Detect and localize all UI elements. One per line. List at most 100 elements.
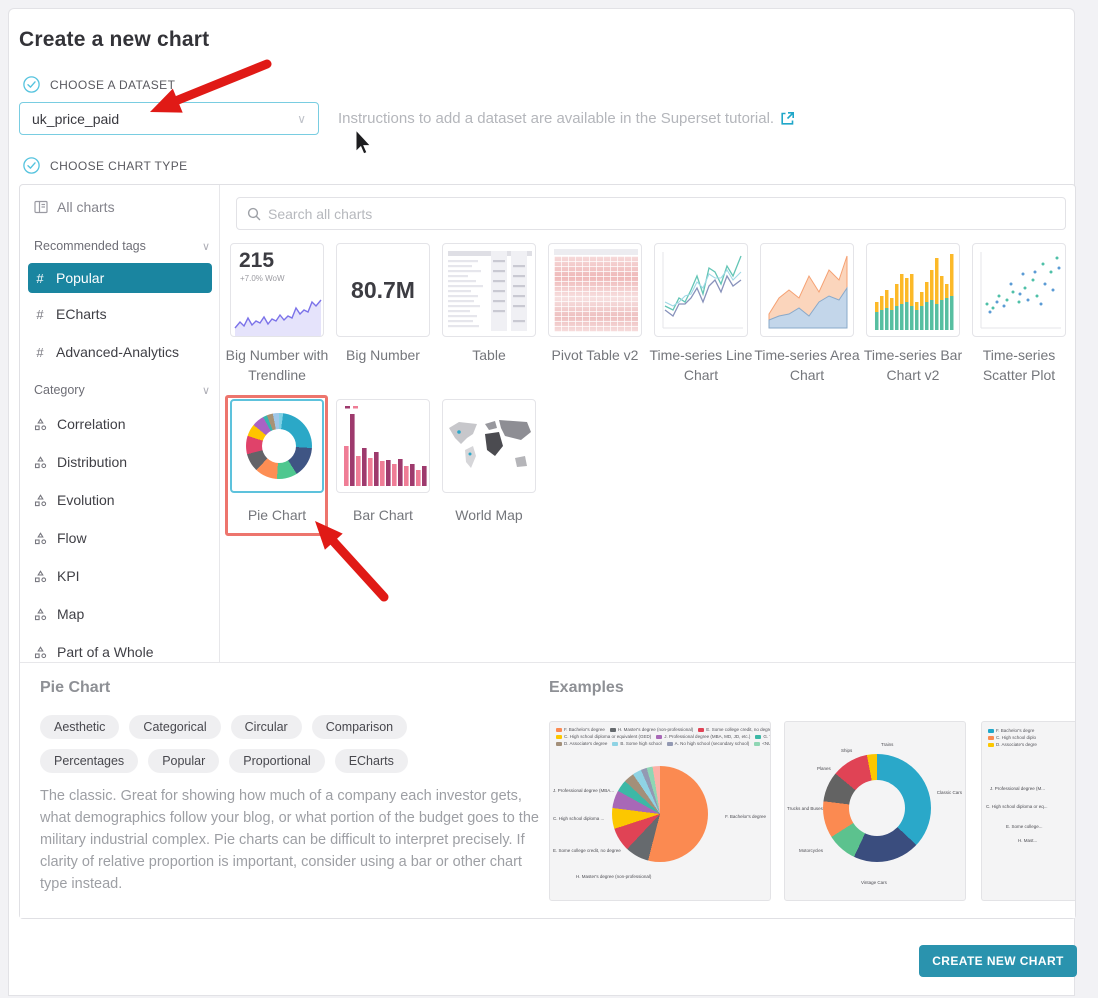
chart-card-label: Pie Chart xyxy=(224,505,330,525)
legend-item: B. Some high school xyxy=(612,741,661,746)
example-donut-chart: Trains Ships Planes Trucks and Buses Mot… xyxy=(784,721,966,901)
sidebar-item-label: Flow xyxy=(57,530,87,546)
thumb-big-value: 80.7M xyxy=(351,277,415,304)
legend-item: F. Bachelor's degre xyxy=(988,728,1034,733)
sidebar-item-advanced-analytics[interactable]: # Advanced-Analytics xyxy=(28,337,212,367)
sidebar-item-correlation[interactable]: Correlation xyxy=(28,409,212,439)
category-icon xyxy=(34,570,47,583)
chart-card-label: Big Number xyxy=(330,345,436,365)
legend-item: D. Associate's degree xyxy=(556,741,607,746)
chart-details-panel: Pie Chart Aesthetic Categorical Circular… xyxy=(20,662,1075,918)
sidebar-item-popular[interactable]: # Popular xyxy=(28,263,212,293)
sidebar-section-category[interactable]: Category ∨ xyxy=(34,383,210,397)
sidebar-item-evolution[interactable]: Evolution xyxy=(28,485,212,515)
sidebar-item-kpi[interactable]: KPI xyxy=(28,561,212,591)
legend-chip xyxy=(755,735,761,739)
chart-card-ts-scatter[interactable] xyxy=(972,243,1066,337)
legend-item: C. High school diploma or equivalent (GE… xyxy=(556,734,651,739)
donut-label: Trucks and Buses xyxy=(787,806,823,811)
donut-label: Classic Cars xyxy=(937,790,962,795)
search-icon xyxy=(247,207,261,221)
chart-card-big-number[interactable]: 80.7M xyxy=(336,243,430,337)
pivot-thumb xyxy=(554,256,638,332)
category-icon xyxy=(34,646,47,659)
legend-chip xyxy=(612,742,618,746)
chart-card-label: Pivot Table v2 xyxy=(542,345,648,365)
chart-card-big-number-trendline[interactable]: 215 +7.0% WoW xyxy=(230,243,324,337)
pie-callout: F. Bachelor's degree xyxy=(725,814,766,819)
legend-chip xyxy=(667,742,673,746)
chart-type-step-header: CHOOSE CHART TYPE xyxy=(23,157,188,174)
category-icon xyxy=(34,532,47,545)
details-description: The classic. Great for showing how much … xyxy=(40,785,540,895)
chart-card-ts-bar[interactable] xyxy=(866,243,960,337)
sidebar-item-all-charts[interactable]: All charts xyxy=(34,199,115,215)
chevron-down-icon: ∨ xyxy=(202,240,210,253)
sidebar-item-label: Distribution xyxy=(57,454,127,470)
sidebar-section-recommended-tags[interactable]: Recommended tags ∨ xyxy=(34,239,210,253)
bar-chart-thumb xyxy=(337,400,430,493)
external-link-icon[interactable] xyxy=(780,111,795,126)
clipped-label: J. Professional degree (M... xyxy=(990,786,1045,791)
sidebar-item-echarts[interactable]: # ECharts xyxy=(28,299,212,329)
sidebar-item-flow[interactable]: Flow xyxy=(28,523,212,553)
legend-chip xyxy=(754,742,760,746)
pie-callout: E. Some college credit, no degree xyxy=(553,848,621,853)
page-card: Create a new chart CHOOSE A DATASET uk_p… xyxy=(8,8,1075,996)
category-icon xyxy=(34,456,47,469)
sidebar-item-distribution[interactable]: Distribution xyxy=(28,447,212,477)
donut-label: Vintage Cars xyxy=(861,880,887,885)
legend-item: E. Some college credit, no degree xyxy=(698,727,771,732)
create-new-chart-button[interactable]: CREATE NEW CHART xyxy=(919,945,1077,977)
legend-chip xyxy=(556,742,562,746)
hash-icon: # xyxy=(34,307,46,322)
legend-item: C. High school diplo xyxy=(988,735,1036,740)
examples-title: Examples xyxy=(549,679,624,697)
section-label: Category xyxy=(34,383,85,397)
layout-icon xyxy=(34,200,48,214)
search-input[interactable] xyxy=(268,206,1055,222)
sidebar-item-map[interactable]: Map xyxy=(28,599,212,629)
chart-type-panel: All charts Recommended tags ∨ # Popular … xyxy=(19,184,1076,919)
chart-card-table[interactable] xyxy=(442,243,536,337)
chart-card-ts-area[interactable] xyxy=(760,243,854,337)
legend-item: G. Trade, technical, or vocational train… xyxy=(755,734,771,739)
sidebar-item-label: KPI xyxy=(57,568,80,584)
chart-card-ts-line[interactable] xyxy=(654,243,748,337)
chart-type-step-label: CHOOSE CHART TYPE xyxy=(50,159,188,173)
sidebar-item-label: All charts xyxy=(57,199,115,215)
category-icon xyxy=(34,494,47,507)
table-thumb xyxy=(443,244,536,337)
tag-pill: Aesthetic xyxy=(40,715,119,739)
legend-item: J. Professional degree (MBA, MD, JD, etc… xyxy=(656,734,750,739)
dataset-select[interactable]: uk_price_paid ∨ xyxy=(19,102,319,135)
legend-chip xyxy=(610,728,616,732)
legend-item: H. Master's degree (non-professional) xyxy=(610,727,693,732)
chart-card-bar-chart[interactable] xyxy=(336,399,430,493)
pivot-header xyxy=(554,249,638,255)
legend-chip xyxy=(698,728,704,732)
chart-card-world-map[interactable] xyxy=(442,399,536,493)
sidebar-item-label: Part of a Whole xyxy=(57,644,154,660)
legend-chip xyxy=(988,736,994,740)
sidebar-item-label: Correlation xyxy=(57,416,125,432)
legend-chip xyxy=(656,735,662,739)
sidebar-item-label: Advanced-Analytics xyxy=(56,344,179,360)
clipped-label: H. Mast... xyxy=(1018,838,1037,843)
scatter-plot-thumb xyxy=(973,244,1066,337)
donut-label: Planes xyxy=(817,766,831,771)
tag-pill: Comparison xyxy=(312,715,407,739)
chart-card-pivot-table[interactable] xyxy=(548,243,642,337)
dataset-step-label: CHOOSE A DATASET xyxy=(50,78,175,92)
chart-card-pie-chart[interactable] xyxy=(230,399,324,493)
donut-label: Ships xyxy=(841,748,852,753)
sidebar-item-part-of-a-whole[interactable]: Part of a Whole xyxy=(28,637,212,662)
dataset-step-header: CHOOSE A DATASET xyxy=(23,76,175,93)
legend-item: F. Bachelor's degree xyxy=(556,727,605,732)
legend-item: A. No high school (secondary school) xyxy=(667,741,750,746)
legend-item: <NULL> xyxy=(754,741,771,746)
chart-card-label: Time-series Scatter Plot xyxy=(966,345,1072,385)
pie-callout: H. Master's degree (non-professional) xyxy=(576,874,651,879)
chart-type-sidebar: All charts Recommended tags ∨ # Popular … xyxy=(20,185,220,662)
pie-callout: C. High school diploma ... xyxy=(553,816,604,821)
